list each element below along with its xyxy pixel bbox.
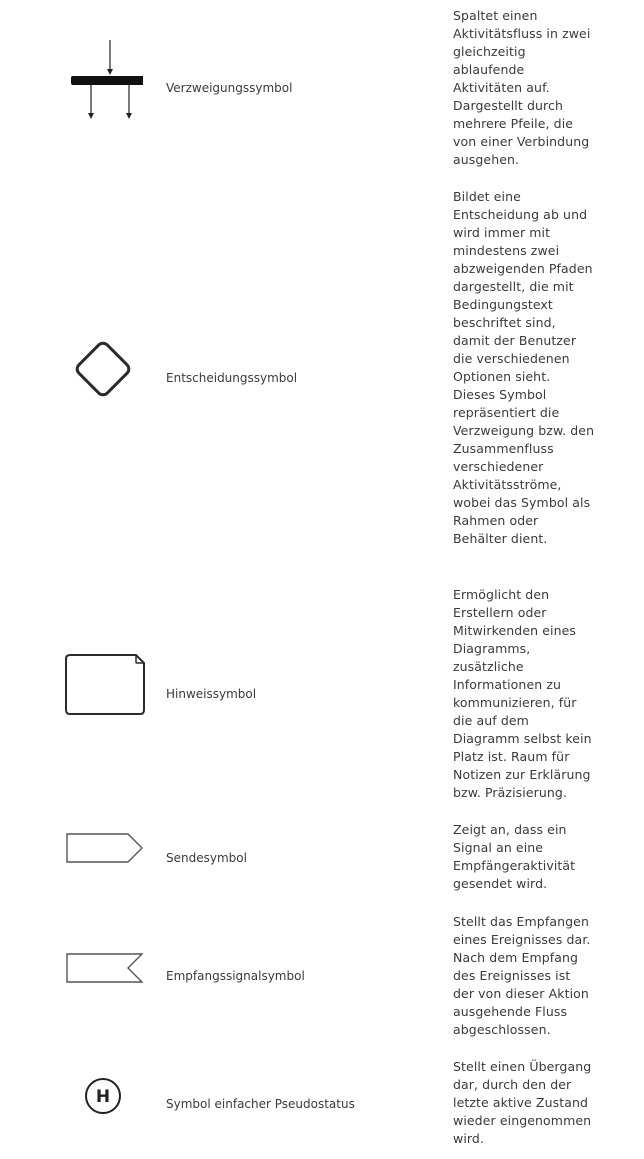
symbol-name: Empfangssignalsymbol bbox=[166, 969, 305, 983]
symbol-description: Spaltet einen Aktivitätsfluss in zwei gl… bbox=[453, 8, 591, 167]
send-signal-icon bbox=[55, 830, 150, 866]
symbol-name: Entscheidungssymbol bbox=[166, 371, 298, 385]
symbol-name: Hinweissymbol bbox=[166, 687, 257, 701]
decision-diamond-icon bbox=[55, 334, 150, 404]
symbol-description: Stellt einen Übergang dar, durch den der… bbox=[453, 1059, 592, 1146]
history-letter: H bbox=[95, 1087, 109, 1107]
symbol-name: Verzweigungssymbol bbox=[166, 81, 293, 95]
fork-bar-icon bbox=[55, 38, 150, 122]
symbol-name: Symbol einfacher Pseudostatus bbox=[166, 1097, 355, 1111]
symbol-description: Ermöglicht den Erstellern oder Mitwirken… bbox=[453, 587, 592, 800]
symbol-description: Stellt das Empfangen eines Ereignisses d… bbox=[453, 914, 591, 1037]
shallow-history-icon: H bbox=[55, 1076, 150, 1116]
receive-signal-icon bbox=[55, 950, 150, 986]
symbol-description: Bildet eine Entscheidung ab und wird imm… bbox=[453, 189, 595, 546]
note-icon bbox=[55, 652, 150, 718]
symbol-name: Sendesymbol bbox=[166, 851, 247, 865]
symbol-description: Zeigt an, dass ein Signal an eine Empfän… bbox=[453, 822, 576, 891]
